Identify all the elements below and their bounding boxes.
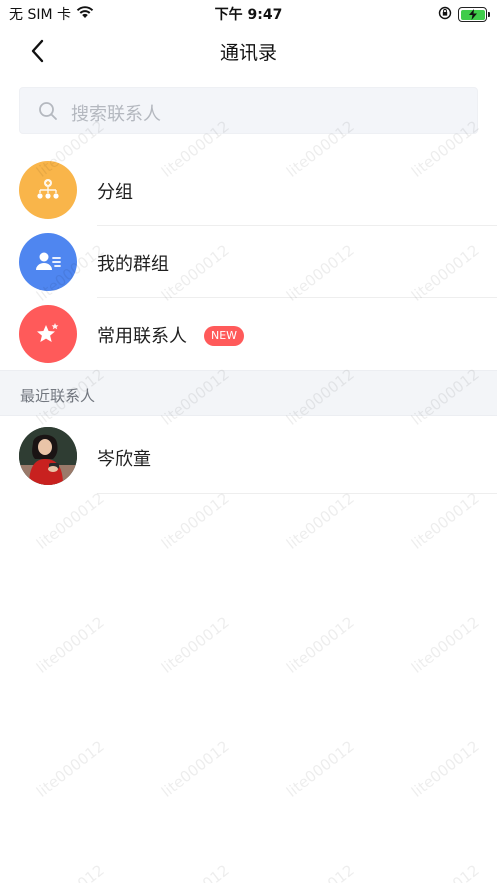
divider (97, 297, 497, 298)
orientation-lock-icon (438, 5, 452, 24)
user-list-icon (19, 233, 77, 291)
status-right (438, 5, 490, 24)
new-badge: NEW (204, 326, 245, 346)
menu-label-groups: 分组 (97, 182, 133, 203)
watermark-text: lite000012 (283, 737, 358, 801)
recent-contacts-header: 最近联系人 (0, 370, 497, 416)
menu-label-frequent-contacts: 常用联系人 (97, 326, 187, 347)
watermark-text: lite000012 (33, 737, 108, 801)
menu-item-my-groups[interactable]: 我的群组 (0, 233, 497, 305)
divider (97, 225, 497, 226)
contact-name: 岑欣童 (97, 449, 151, 470)
menu-item-groups[interactable]: 分组 (0, 161, 497, 233)
menu-label-my-groups: 我的群组 (97, 254, 169, 275)
watermark-text: lite000012 (408, 861, 483, 883)
watermark-text: lite000012 (283, 613, 358, 677)
star-icon (19, 305, 77, 363)
watermark-text: lite000012 (158, 737, 233, 801)
contact-row[interactable]: 岑欣童 (0, 427, 497, 499)
menu-item-frequent-contacts[interactable]: 常用联系人 NEW (0, 305, 497, 377)
watermark-text: lite000012 (33, 861, 108, 883)
avatar (19, 427, 77, 485)
search-icon (39, 102, 57, 120)
watermark-text: lite000012 (158, 861, 233, 883)
section-header-label: 最近联系人 (20, 387, 96, 405)
watermark-text: lite000012 (283, 861, 358, 883)
divider (97, 493, 497, 494)
clock: 下午 9:47 (214, 7, 283, 23)
page-title: 通讯录 (219, 42, 277, 64)
status-bar: 无 SIM 卡 下午 9:47 (0, 0, 497, 26)
battery-icon (458, 7, 490, 22)
watermark-text: lite000012 (33, 613, 108, 677)
watermark-text: lite000012 (158, 613, 233, 677)
group-tree-icon (19, 161, 77, 219)
search-placeholder: 搜索联系人 (71, 104, 161, 125)
nav-bar: 通讯录 (0, 28, 497, 74)
watermark-text: lite000012 (408, 613, 483, 677)
watermark-text: lite000012 (408, 737, 483, 801)
search-input[interactable]: 搜索联系人 (19, 87, 478, 134)
